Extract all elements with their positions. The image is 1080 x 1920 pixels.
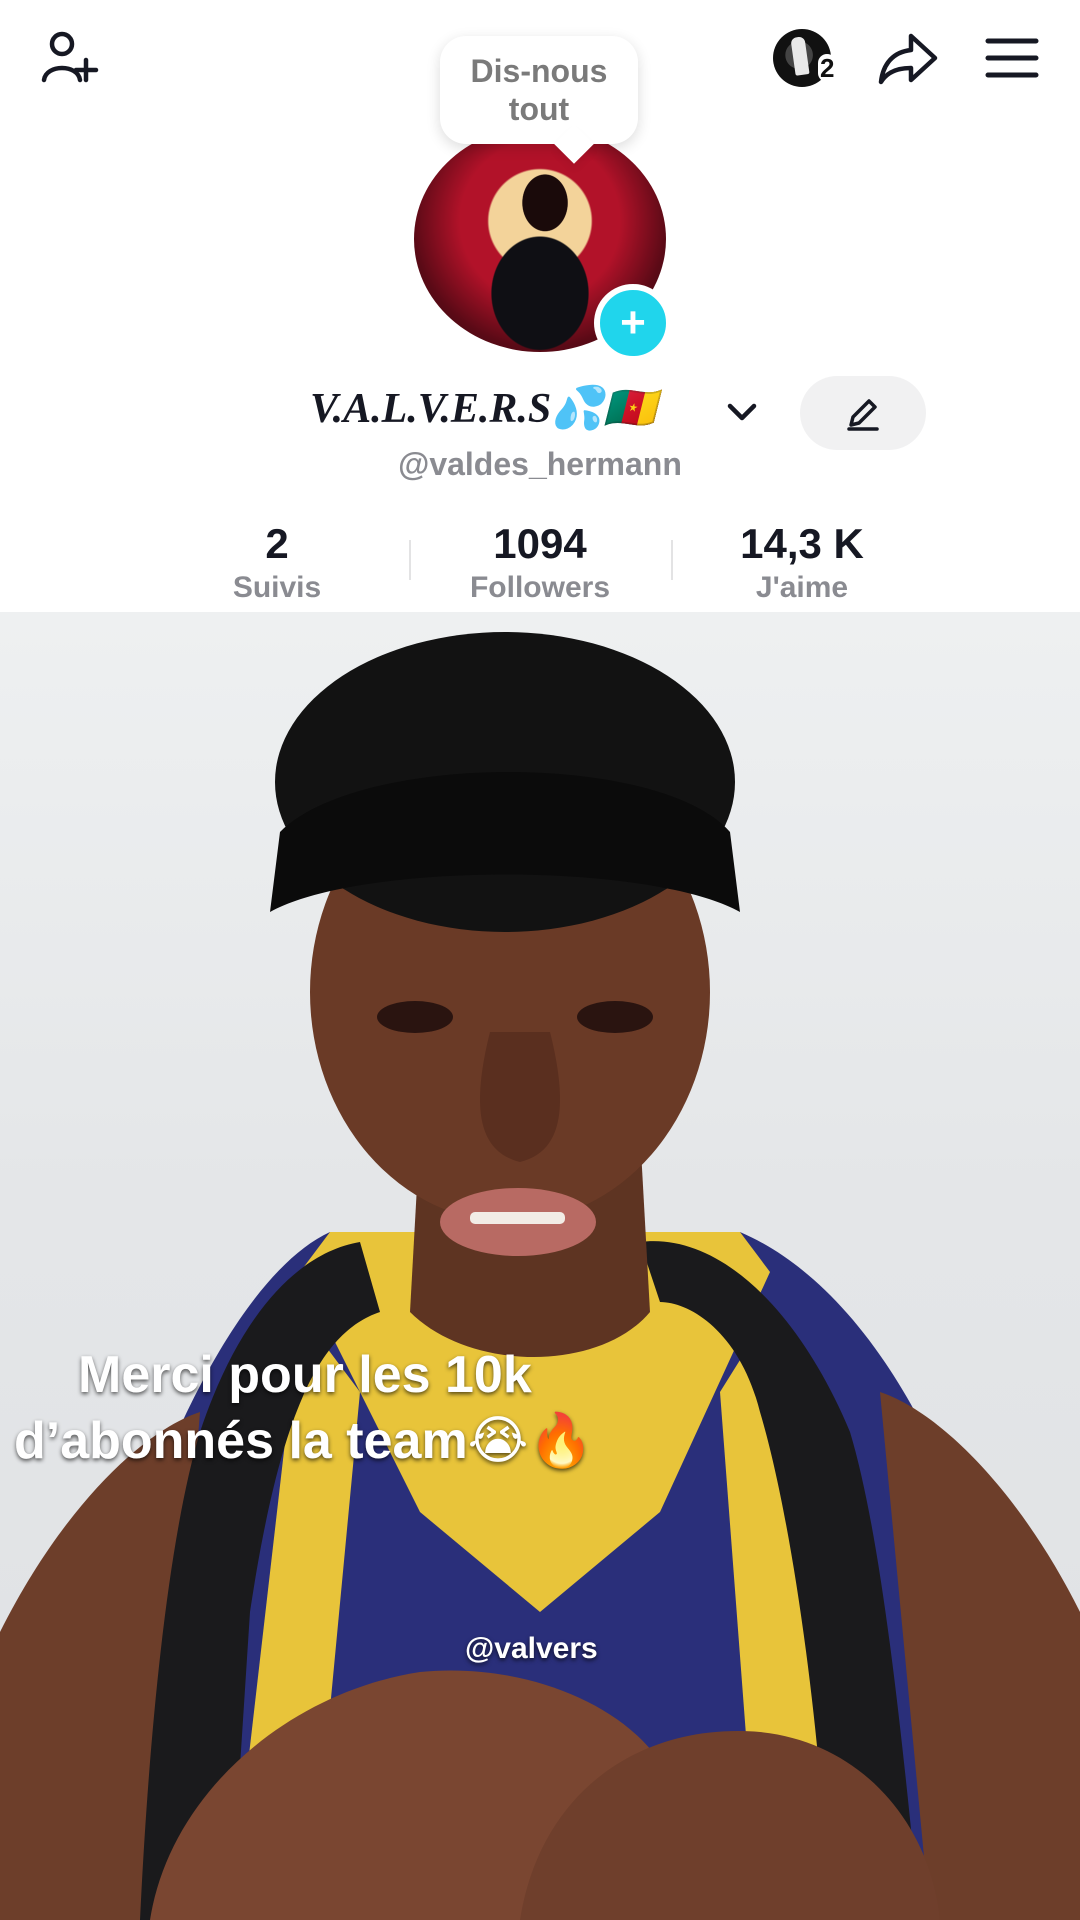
profile-avatar-wrapper: + — [414, 126, 672, 362]
video-frame-person — [0, 632, 1080, 1920]
name-row: V.A.L.V.E.R.S💦🇨🇲 — [0, 376, 1080, 450]
following-count: 2 — [265, 520, 289, 567]
video-player[interactable]: Merci pour les 10k d’abonnés la team😭🔥 @… — [0, 612, 1080, 1920]
hamburger-menu-icon — [985, 38, 1039, 78]
chevron-down-icon[interactable] — [722, 392, 762, 432]
share-button[interactable] — [868, 18, 948, 98]
likes-label: J'aime — [755, 571, 849, 604]
display-name[interactable]: V.A.L.V.E.R.S💦🇨🇲 — [310, 384, 656, 433]
add-story-plus-icon[interactable]: + — [594, 284, 672, 362]
stat-following[interactable]: 2 Suivis — [177, 520, 377, 608]
profile-stats: 2 Suivis 1094 Followers 14,3 K J'aime — [0, 520, 1080, 610]
share-arrow-icon — [878, 33, 938, 85]
stat-divider — [671, 540, 673, 580]
prompt-bubble[interactable]: Dis-nous tout — [440, 36, 638, 144]
add-friend-button[interactable] — [30, 18, 110, 98]
caption-line-2: d’abonnés la team😭🔥 — [14, 1412, 594, 1470]
stat-followers[interactable]: 1094 Followers — [440, 520, 640, 608]
caption-line-1: Merci pour les 10k — [78, 1346, 532, 1404]
followers-label: Followers — [469, 571, 611, 604]
pencil-icon — [847, 399, 879, 431]
person-add-icon — [41, 31, 99, 83]
following-label: Suivis — [232, 571, 322, 604]
stat-likes[interactable]: 14,3 K J'aime — [702, 520, 902, 608]
stat-divider — [409, 540, 411, 580]
prompt-bubble-text: Dis-nous tout — [470, 53, 608, 127]
video-caption: Merci pour les 10k d’abonnés la team😭🔥 — [14, 1342, 654, 1474]
menu-button[interactable] — [972, 18, 1052, 98]
likes-count: 14,3 K — [740, 520, 864, 567]
followers-count: 1094 — [493, 520, 587, 567]
inbox-avatar-button[interactable]: 2 — [762, 18, 842, 98]
edit-profile-button[interactable] — [800, 376, 926, 450]
username: @valdes_hermann — [398, 446, 682, 482]
notification-count-badge: 2 — [818, 53, 837, 83]
video-watermark: @valvers — [465, 1632, 598, 1665]
